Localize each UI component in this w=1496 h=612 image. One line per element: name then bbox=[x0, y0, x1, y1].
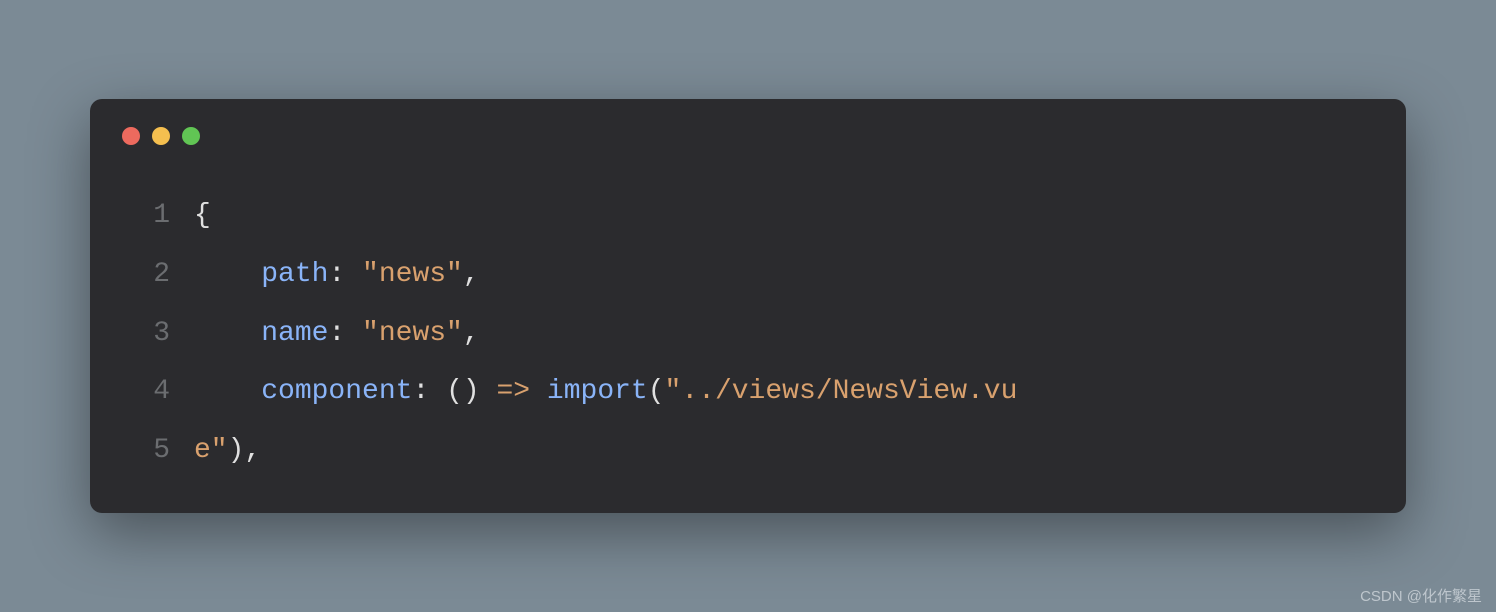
line-number: 4 bbox=[122, 363, 170, 422]
window-controls bbox=[122, 127, 1374, 145]
code-token: component bbox=[261, 376, 412, 407]
code-token: "news" bbox=[362, 259, 463, 290]
line-content: { bbox=[194, 187, 1374, 246]
code-token: name bbox=[261, 318, 328, 349]
line-number: 2 bbox=[122, 246, 170, 305]
code-token: import bbox=[547, 376, 648, 407]
line-content: component: () => import("../views/NewsVi… bbox=[194, 363, 1374, 422]
maximize-icon[interactable] bbox=[182, 127, 200, 145]
code-token: () bbox=[446, 376, 496, 407]
code-token: , bbox=[244, 435, 261, 466]
code-token: : bbox=[412, 376, 446, 407]
close-icon[interactable] bbox=[122, 127, 140, 145]
line-content: path: "news", bbox=[194, 246, 1374, 305]
code-line: 3 name: "news", bbox=[122, 305, 1374, 364]
line-number: 1 bbox=[122, 187, 170, 246]
code-token: : bbox=[328, 318, 362, 349]
code-window: 1{2 path: "news",3 name: "news",4 compon… bbox=[90, 99, 1406, 513]
code-token bbox=[194, 318, 261, 349]
code-token bbox=[194, 259, 261, 290]
code-token: : bbox=[328, 259, 362, 290]
code-line: 5 e"), bbox=[122, 422, 1374, 481]
code-token: ( bbox=[648, 376, 665, 407]
code-token: "news" bbox=[362, 318, 463, 349]
code-editor[interactable]: 1{2 path: "news",3 name: "news",4 compon… bbox=[122, 187, 1374, 481]
line-number: 3 bbox=[122, 305, 170, 364]
code-line: 4 component: () => import("../views/News… bbox=[122, 363, 1374, 422]
code-token: , bbox=[463, 318, 480, 349]
line-number: 5 bbox=[122, 422, 170, 481]
watermark-text: CSDN @化作繁星 bbox=[1360, 585, 1482, 606]
minimize-icon[interactable] bbox=[152, 127, 170, 145]
code-token: path bbox=[261, 259, 328, 290]
code-token: { bbox=[194, 200, 211, 231]
line-content: name: "news", bbox=[194, 305, 1374, 364]
line-content: e"), bbox=[194, 422, 1374, 481]
code-line: 1{ bbox=[122, 187, 1374, 246]
code-token: e" bbox=[194, 435, 228, 466]
code-token bbox=[194, 376, 261, 407]
code-token: ) bbox=[228, 435, 245, 466]
code-token bbox=[530, 376, 547, 407]
code-line: 2 path: "news", bbox=[122, 246, 1374, 305]
code-token: "../views/NewsView.vu bbox=[665, 376, 1018, 407]
code-token: => bbox=[496, 376, 530, 407]
code-token: , bbox=[463, 259, 480, 290]
